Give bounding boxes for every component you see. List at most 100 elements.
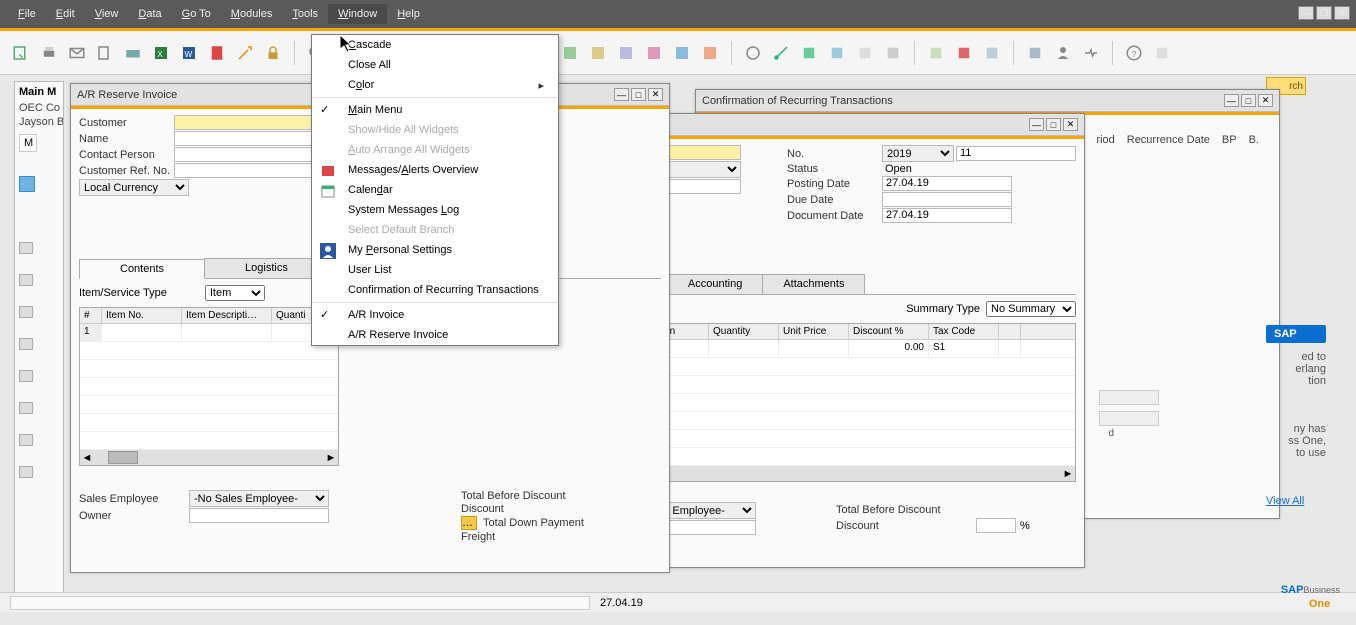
docnum-field[interactable]: 11 xyxy=(956,146,1076,161)
minimize-icon[interactable]: — xyxy=(1224,94,1239,107)
owner-field[interactable] xyxy=(189,508,329,523)
menu-item-messages-alerts-overview[interactable]: Messages/Alerts Overview xyxy=(312,160,558,180)
menu-item-close-all[interactable]: Close All xyxy=(312,55,558,75)
excel-icon[interactable]: X xyxy=(150,42,172,64)
discount-field[interactable] xyxy=(976,518,1016,533)
menu-item-user-list[interactable]: User List xyxy=(312,260,558,280)
status-value: Open xyxy=(882,163,1012,175)
tb-icon[interactable] xyxy=(953,42,975,64)
tab-attachments[interactable]: Attachments xyxy=(762,274,865,294)
sms-icon[interactable] xyxy=(94,42,116,64)
tb-icon[interactable] xyxy=(826,42,848,64)
tree-node[interactable] xyxy=(19,370,33,382)
tb-icon[interactable] xyxy=(925,42,947,64)
due-date-field[interactable] xyxy=(882,192,1012,207)
print-icon[interactable] xyxy=(38,42,60,64)
tb-icon[interactable] xyxy=(882,42,904,64)
tree-node[interactable] xyxy=(19,434,33,446)
menu-item-color[interactable]: Color▸ xyxy=(312,75,558,95)
pdf-icon[interactable] xyxy=(206,42,228,64)
menu-item-main-menu[interactable]: Main Menu✓ xyxy=(312,100,558,120)
menu-item-calendar[interactable]: Calendar xyxy=(312,180,558,200)
close-icon[interactable]: ✕ xyxy=(1063,118,1078,131)
tb-icon[interactable] xyxy=(981,42,1003,64)
tab-accounting[interactable]: Accounting xyxy=(667,274,763,294)
close-icon[interactable]: ✕ xyxy=(648,88,663,101)
main-menu-tab[interactable]: M xyxy=(19,134,37,152)
menu-data[interactable]: Data xyxy=(128,4,171,24)
summary-type-select[interactable]: No Summary xyxy=(986,301,1076,317)
help-icon[interactable]: ? xyxy=(1123,42,1145,64)
drag-relations-icon[interactable] xyxy=(19,176,35,192)
word-icon[interactable]: W xyxy=(178,42,200,64)
lock-icon[interactable] xyxy=(262,42,284,64)
menu-item-confirmation-of-recurring-transactions[interactable]: Confirmation of Recurring Transactions xyxy=(312,280,558,300)
close-icon[interactable]: ✕ xyxy=(1334,6,1350,20)
hscrollbar[interactable]: ◄► xyxy=(80,450,338,465)
tree-node[interactable] xyxy=(19,466,33,478)
tree-node[interactable] xyxy=(19,306,33,318)
tb-icon[interactable] xyxy=(587,42,609,64)
tb-icon[interactable] xyxy=(559,42,581,64)
tb-icon[interactable] xyxy=(854,42,876,64)
tree-node[interactable] xyxy=(19,242,33,254)
svg-text:W: W xyxy=(185,49,193,58)
minimize-icon[interactable]: — xyxy=(1298,6,1314,20)
sap-business-one-logo: SAPBusiness One xyxy=(1281,582,1340,610)
document-date-field[interactable]: 27.04.19 xyxy=(882,208,1012,223)
items-grid[interactable]: # Item No. Item Descripti… Quanti 1 ◄► xyxy=(79,307,339,466)
tree-node[interactable] xyxy=(19,274,33,286)
tree-node[interactable] xyxy=(19,338,33,350)
preview-icon[interactable] xyxy=(10,42,32,64)
minimize-icon[interactable]: — xyxy=(1029,118,1044,131)
menu-item-system-messages-log[interactable]: System Messages Log xyxy=(312,200,558,220)
expand-icon[interactable]: … xyxy=(461,516,477,530)
main-toolbar: X W ? xyxy=(0,31,1356,75)
tb-icon[interactable] xyxy=(1151,42,1173,64)
menu-item-a-r-reserve-invoice[interactable]: A/R Reserve Invoice xyxy=(312,325,558,345)
tb-icon[interactable] xyxy=(643,42,665,64)
col-b: B. xyxy=(1249,134,1259,146)
sales-employee-select[interactable]: -No Sales Employee- xyxy=(189,490,329,507)
tree-node[interactable] xyxy=(19,402,33,414)
tb-icon[interactable] xyxy=(742,42,764,64)
close-icon[interactable]: ✕ xyxy=(1258,94,1273,107)
menu-window[interactable]: Window xyxy=(328,4,387,24)
posting-date-field[interactable]: 27.04.19 xyxy=(882,176,1012,191)
view-all-link[interactable]: View All xyxy=(1266,495,1326,507)
mail-icon[interactable] xyxy=(66,42,88,64)
tb-icon[interactable] xyxy=(1024,42,1046,64)
menu-help[interactable]: Help xyxy=(387,4,430,24)
tb-icon[interactable] xyxy=(615,42,637,64)
fax-icon[interactable] xyxy=(122,42,144,64)
custref-field[interactable] xyxy=(174,163,319,178)
minimize-icon[interactable]: — xyxy=(614,88,629,101)
tb-icon[interactable] xyxy=(699,42,721,64)
tb-icon[interactable] xyxy=(798,42,820,64)
maximize-icon[interactable]: □ xyxy=(631,88,646,101)
customer-field[interactable] xyxy=(174,115,319,130)
name-field[interactable] xyxy=(174,131,319,146)
tb-icon[interactable] xyxy=(671,42,693,64)
contact-field[interactable] xyxy=(174,147,319,162)
menu-modules[interactable]: Modules xyxy=(221,4,283,24)
maximize-icon[interactable]: ❐ xyxy=(1316,6,1332,20)
menu-edit[interactable]: Edit xyxy=(46,4,85,24)
menu-item-show-hide-all-widgets: Show/Hide All Widgets xyxy=(312,120,558,140)
menu-goto[interactable]: Go To xyxy=(172,4,221,24)
series-select[interactable]: 2019 xyxy=(882,145,954,162)
item-service-select[interactable]: Item xyxy=(205,285,265,301)
tb-icon[interactable] xyxy=(1052,42,1074,64)
tb-icon[interactable] xyxy=(770,42,792,64)
currency-select[interactable]: Local Currency xyxy=(79,179,189,196)
tb-icon[interactable] xyxy=(1080,42,1102,64)
menu-file[interactable]: File xyxy=(8,4,46,24)
menu-view[interactable]: View xyxy=(85,4,129,24)
launch-icon[interactable] xyxy=(234,42,256,64)
menu-item-my-personal-settings[interactable]: My Personal Settings xyxy=(312,240,558,260)
menu-tools[interactable]: Tools xyxy=(282,4,328,24)
tab-contents[interactable]: Contents xyxy=(79,259,205,279)
maximize-icon[interactable]: □ xyxy=(1046,118,1061,131)
maximize-icon[interactable]: □ xyxy=(1241,94,1256,107)
menu-item-a-r-invoice[interactable]: A/R Invoice✓ xyxy=(312,305,558,325)
